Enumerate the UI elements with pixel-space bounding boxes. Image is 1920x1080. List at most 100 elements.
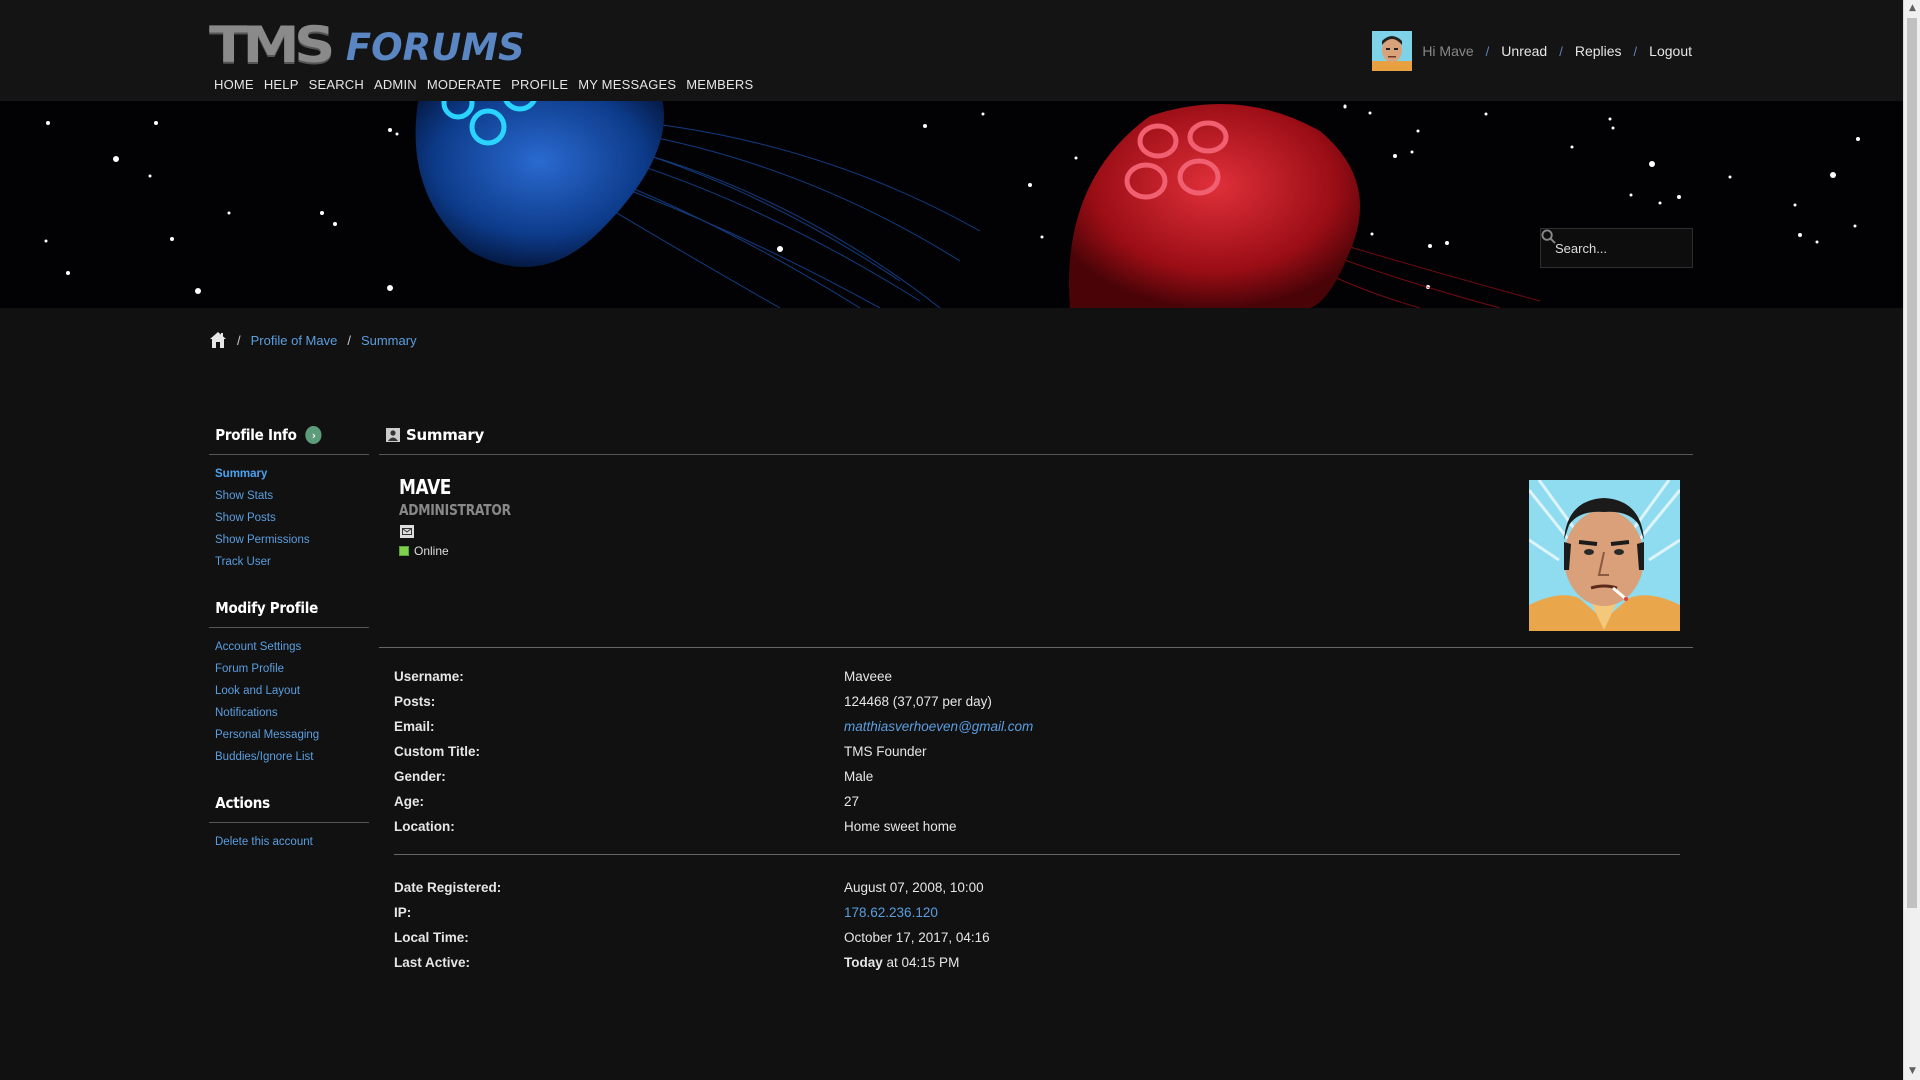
sidebar-item-delete-account[interactable]: Delete this account xyxy=(209,831,369,853)
scroll-up-icon[interactable]: ▲ xyxy=(1904,0,1920,17)
user-avatar xyxy=(1529,480,1680,631)
search-box[interactable] xyxy=(1540,228,1693,268)
detail-label: Age: xyxy=(394,794,424,809)
search-icon[interactable] xyxy=(1541,229,1556,244)
sidebar-item-show-stats[interactable]: Show Stats xyxy=(209,485,369,507)
profile-activity-table: Date Registered: August 07, 2008, 10:00 … xyxy=(394,875,1680,975)
profile-sidebar: Profile Info › Summary Show Stats Show P… xyxy=(209,422,369,875)
site-logo[interactable]: TMS FORUMS xyxy=(209,16,525,74)
logo-forums-text: FORUMS xyxy=(345,26,525,69)
detail-label: Email: xyxy=(394,719,435,734)
separator: / xyxy=(1559,43,1563,59)
sidebar-item-look-and-layout[interactable]: Look and Layout xyxy=(209,680,369,702)
nav-members[interactable]: MEMBERS xyxy=(686,77,753,92)
detail-row-local-time: Local Time: October 17, 2017, 04:16 xyxy=(394,925,1680,950)
page-scrollbar[interactable]: ▲ ▼ xyxy=(1903,0,1920,1080)
red-jellyfish-bell xyxy=(1069,104,1360,308)
jellyfish-banner-art xyxy=(44,101,1860,308)
profile-info-section: Profile Info › Summary Show Stats Show P… xyxy=(209,422,369,573)
online-status: Online xyxy=(399,544,449,558)
detail-value: Today at 04:15 PM xyxy=(844,955,959,970)
detail-row-email: Email: matthiasverhoeven@gmail.com xyxy=(394,714,1680,739)
last-active-day: Today xyxy=(844,955,883,970)
profile-main: Summary MAVE ADMINISTRATOR Online Userna… xyxy=(379,422,1693,975)
section-title-text: Summary xyxy=(406,426,484,444)
online-status-text: Online xyxy=(414,544,449,558)
blue-jellyfish-bell xyxy=(415,101,664,267)
sidebar-item-personal-messaging[interactable]: Personal Messaging xyxy=(209,724,369,746)
detail-label: Local Time: xyxy=(394,930,469,945)
sidebar-item-summary[interactable]: Summary xyxy=(209,463,369,485)
sidebar-item-buddies-ignore-list[interactable]: Buddies/Ignore List xyxy=(209,746,369,768)
breadcrumb-profile-link[interactable]: Profile of Mave xyxy=(251,333,338,348)
profile-info-title: Profile Info › xyxy=(209,422,353,448)
logout-link[interactable]: Logout xyxy=(1649,43,1692,59)
detail-value: October 17, 2017, 04:16 xyxy=(844,930,990,945)
divider xyxy=(209,454,369,455)
actions-title: Actions xyxy=(215,794,270,812)
divider xyxy=(394,854,1680,855)
nav-help[interactable]: HELP xyxy=(264,77,299,92)
user-box: Hi Mave / Unread / Replies / Logout xyxy=(1372,31,1692,71)
nav-search[interactable]: SEARCH xyxy=(309,77,364,92)
breadcrumb: / Profile of Mave / Summary xyxy=(209,331,417,349)
actions-section: Actions Delete this account xyxy=(209,790,369,853)
profile-info-title-text: Profile Info xyxy=(215,426,297,444)
breadcrumb-separator: / xyxy=(347,332,351,348)
nav-my-messages[interactable]: MY MESSAGES xyxy=(578,77,676,92)
site-header: TMS FORUMS HOME HELP SEARCH ADMIN MODERA… xyxy=(0,0,1903,101)
nav-admin[interactable]: ADMIN xyxy=(374,77,417,92)
section-title: Summary xyxy=(379,422,1693,448)
detail-row-last-active: Last Active: Today at 04:15 PM xyxy=(394,950,1680,975)
unread-link[interactable]: Unread xyxy=(1501,43,1547,59)
detail-row-gender: Gender: Male xyxy=(394,764,1680,789)
chevron-right-icon[interactable]: › xyxy=(305,426,322,444)
detail-label: IP: xyxy=(394,905,412,920)
display-name: MAVE xyxy=(399,475,451,499)
detail-row-location: Location: Home sweet home xyxy=(394,814,1680,839)
detail-label: Username: xyxy=(394,669,464,684)
email-icon[interactable] xyxy=(400,525,414,538)
sidebar-item-notifications[interactable]: Notifications xyxy=(209,702,369,724)
member-group: ADMINISTRATOR xyxy=(399,501,511,519)
detail-label: Gender: xyxy=(394,769,446,784)
breadcrumb-summary-link[interactable]: Summary xyxy=(361,333,417,348)
replies-link[interactable]: Replies xyxy=(1575,43,1622,59)
user-avatar-small[interactable] xyxy=(1372,31,1413,71)
profile-details-table: Username: Maveee Posts: 124468 (37,077 p… xyxy=(394,664,1680,839)
divider xyxy=(209,822,369,823)
detail-row-custom-title: Custom Title: TMS Founder xyxy=(394,739,1680,764)
scroll-down-icon[interactable]: ▼ xyxy=(1904,1063,1920,1080)
nav-moderate[interactable]: MODERATE xyxy=(427,77,501,92)
sidebar-item-show-posts[interactable]: Show Posts xyxy=(209,507,369,529)
nav-profile[interactable]: PROFILE xyxy=(511,77,568,92)
main-nav: HOME HELP SEARCH ADMIN MODERATE PROFILE … xyxy=(214,77,753,92)
scrollbar-thumb[interactable] xyxy=(1907,18,1917,908)
detail-value: TMS Founder xyxy=(844,744,927,759)
detail-value: Home sweet home xyxy=(844,819,957,834)
detail-label: Custom Title: xyxy=(394,744,481,759)
modify-profile-title: Modify Profile xyxy=(215,599,319,617)
search-input[interactable] xyxy=(1555,240,1665,256)
email-link[interactable]: matthiasverhoeven@gmail.com xyxy=(844,719,1033,734)
detail-row-age: Age: 27 xyxy=(394,789,1680,814)
sidebar-item-show-permissions[interactable]: Show Permissions xyxy=(209,529,369,551)
sidebar-item-forum-profile[interactable]: Forum Profile xyxy=(209,658,369,680)
home-icon[interactable] xyxy=(209,331,227,349)
last-active-time: at 04:15 PM xyxy=(882,955,960,970)
divider xyxy=(379,647,1693,648)
modify-profile-section: Modify Profile Account Settings Forum Pr… xyxy=(209,595,369,768)
breadcrumb-separator: / xyxy=(237,332,241,348)
profile-icon xyxy=(386,428,400,442)
detail-value: 124468 (37,077 per day) xyxy=(844,694,992,709)
sidebar-item-account-settings[interactable]: Account Settings xyxy=(209,636,369,658)
detail-label: Date Registered: xyxy=(394,880,502,895)
detail-value: 27 xyxy=(844,794,860,809)
detail-label: Posts: xyxy=(394,694,436,709)
sidebar-item-track-user[interactable]: Track User xyxy=(209,551,369,573)
nav-home[interactable]: HOME xyxy=(214,77,254,92)
logo-tms-text: TMS xyxy=(209,16,335,74)
detail-value: Male xyxy=(844,769,874,784)
ip-link[interactable]: 178.62.236.120 xyxy=(844,905,938,920)
detail-label: Last Active: xyxy=(394,955,471,970)
